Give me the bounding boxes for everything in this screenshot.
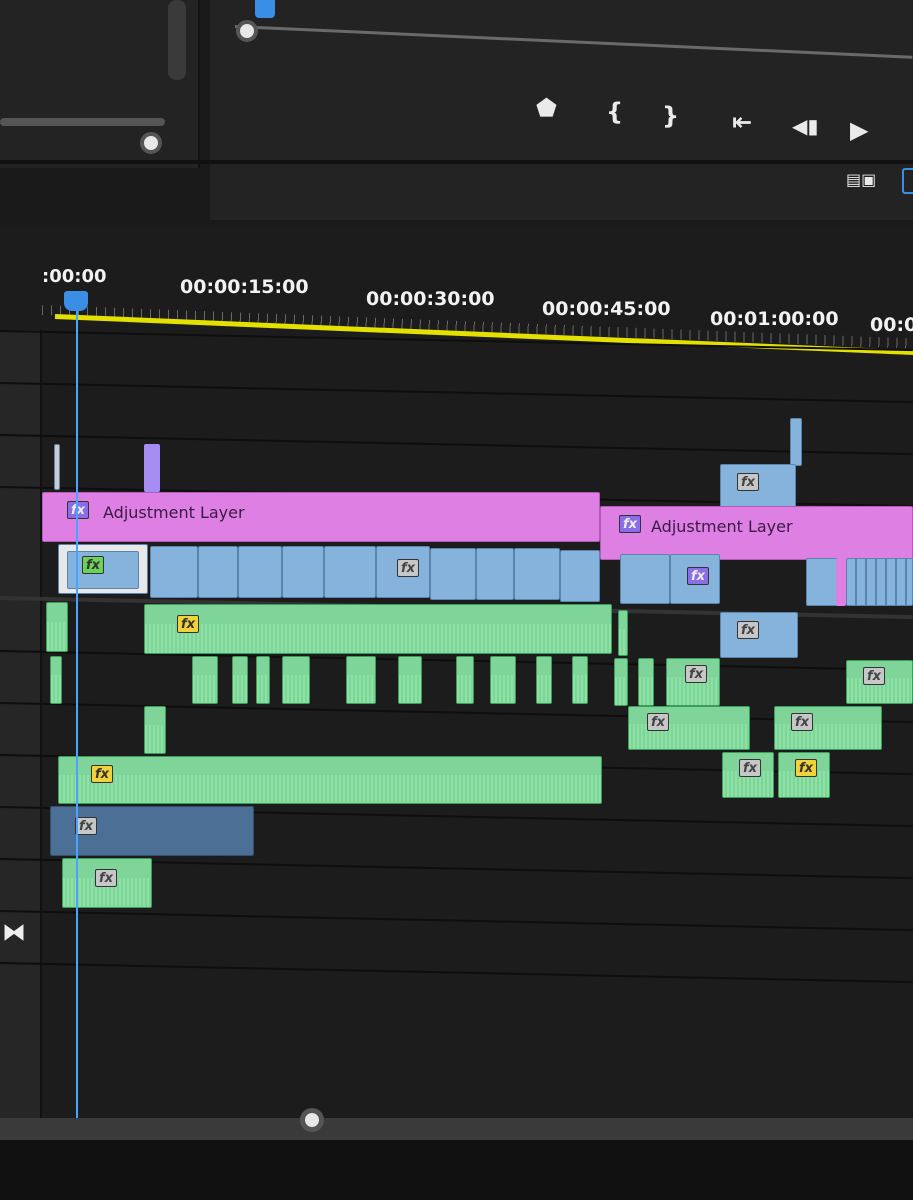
ruler-label: 00:00:15:00: [180, 276, 309, 298]
audio-clip[interactable]: [398, 656, 422, 704]
video-clip[interactable]: [150, 546, 198, 598]
video-clip[interactable]: [324, 546, 376, 598]
video-clip[interactable]: [238, 546, 282, 598]
audio-clip[interactable]: [618, 610, 628, 656]
audio-clip[interactable]: fx: [846, 660, 913, 704]
video-clip[interactable]: [836, 558, 846, 606]
playhead-line: [76, 305, 78, 1120]
audio-clip[interactable]: [456, 656, 474, 704]
video-clip[interactable]: [54, 444, 60, 490]
audio-clip[interactable]: [614, 658, 628, 706]
fx-badge: fx: [75, 817, 97, 835]
audio-clip[interactable]: [192, 656, 218, 704]
video-clip[interactable]: [476, 548, 514, 600]
video-clip[interactable]: [620, 554, 670, 604]
video-clip[interactable]: [282, 546, 324, 598]
play-icon[interactable]: ▶: [850, 118, 868, 142]
current-timecode[interactable]: :00:00: [42, 266, 107, 287]
screen-bezel: [0, 1140, 913, 1200]
video-clip[interactable]: [560, 550, 600, 602]
video-clip[interactable]: [790, 418, 802, 466]
adjustment-layer-clip[interactable]: fx Adjustment Layer: [42, 492, 600, 542]
clip-name: Adjustment Layer: [651, 517, 793, 536]
audio-clip[interactable]: fx: [722, 752, 774, 798]
audio-clip[interactable]: fx: [58, 756, 602, 804]
program-zoom-handle[interactable]: [236, 20, 258, 42]
fx-badge: fx: [647, 713, 669, 731]
step-back-icon[interactable]: ◀▮: [792, 114, 818, 138]
audio-clip[interactable]: fx: [666, 658, 720, 706]
fx-badge: fx: [67, 501, 89, 519]
audio-clip[interactable]: [282, 656, 310, 704]
playhead-handle[interactable]: [64, 291, 88, 311]
fx-badge: fx: [687, 567, 709, 585]
audio-submix-clip[interactable]: fx: [50, 806, 254, 856]
audio-clip[interactable]: [638, 658, 654, 706]
fx-badge: fx: [863, 667, 885, 685]
audio-clip[interactable]: fx: [778, 752, 830, 798]
program-monitor-time-ruler[interactable]: [234, 0, 913, 59]
mark-out-icon[interactable]: }: [662, 104, 679, 128]
audio-clip[interactable]: [346, 656, 376, 704]
fx-badge: fx: [91, 765, 113, 783]
source-monitor-panel: [0, 0, 200, 168]
fx-badge: fx: [737, 473, 759, 491]
ruler-label: 00:01:00:00: [710, 308, 839, 330]
timeline-horizontal-scrollbar[interactable]: [0, 1118, 913, 1140]
fx-badge: fx: [737, 621, 759, 639]
video-clip[interactable]: [430, 548, 476, 600]
audio-clip[interactable]: [232, 656, 248, 704]
video-clip[interactable]: [806, 558, 840, 606]
add-marker-icon[interactable]: ⬟: [536, 96, 557, 120]
audio-clip[interactable]: [50, 656, 62, 704]
adjustment-layer-clip[interactable]: fx Adjustment Layer: [600, 506, 913, 560]
fx-badge: fx: [795, 759, 817, 777]
video-clip[interactable]: [514, 548, 560, 600]
mark-in-icon[interactable]: {: [606, 100, 623, 124]
snap-icon[interactable]: ⧓: [2, 918, 26, 946]
nested-clip[interactable]: fx: [720, 612, 798, 658]
fx-badge: fx: [685, 665, 707, 683]
audio-clip[interactable]: fx: [144, 604, 612, 654]
track-headers: [0, 330, 42, 1120]
video-clip[interactable]: fx: [376, 546, 430, 598]
go-to-in-icon[interactable]: ⇤: [732, 110, 752, 134]
audio-clip[interactable]: fx: [628, 706, 750, 750]
video-clip[interactable]: fx: [670, 554, 720, 604]
audio-clip[interactable]: fx: [774, 706, 882, 750]
clip-name: Adjustment Layer: [103, 503, 245, 522]
fx-badge: fx: [397, 559, 419, 577]
audio-clip[interactable]: [46, 602, 68, 652]
audio-clip[interactable]: [256, 656, 270, 704]
ruler-label: 00:00:45:00: [542, 298, 671, 320]
fx-badge: fx: [739, 759, 761, 777]
program-playhead-handle[interactable]: [255, 0, 275, 18]
video-clip[interactable]: [198, 546, 238, 598]
audio-clip[interactable]: [490, 656, 516, 704]
panel-divider: [0, 160, 913, 164]
toggle-button[interactable]: [902, 168, 913, 194]
timeline-zoom-handle[interactable]: [300, 1108, 324, 1132]
ruler-label: 00:00:30:00: [366, 288, 495, 310]
fx-badge: fx: [95, 869, 117, 887]
video-clip[interactable]: [144, 444, 160, 492]
source-zoom-scrollbar[interactable]: [0, 118, 165, 126]
video-clip[interactable]: [846, 558, 913, 606]
vertical-scrollbar[interactable]: [168, 0, 186, 80]
fx-badge: fx: [82, 556, 104, 574]
export-frame-icon[interactable]: ▤▣: [846, 168, 876, 192]
fx-badge: fx: [177, 615, 199, 633]
audio-clip[interactable]: [572, 656, 588, 704]
fx-badge: fx: [619, 515, 641, 533]
audio-clip[interactable]: [536, 656, 552, 704]
ruler-label: 00:01: [870, 314, 913, 336]
audio-clip[interactable]: [144, 706, 166, 754]
fx-badge: fx: [791, 713, 813, 731]
video-clip[interactable]: fx: [720, 464, 796, 510]
source-zoom-handle[interactable]: [140, 132, 162, 154]
